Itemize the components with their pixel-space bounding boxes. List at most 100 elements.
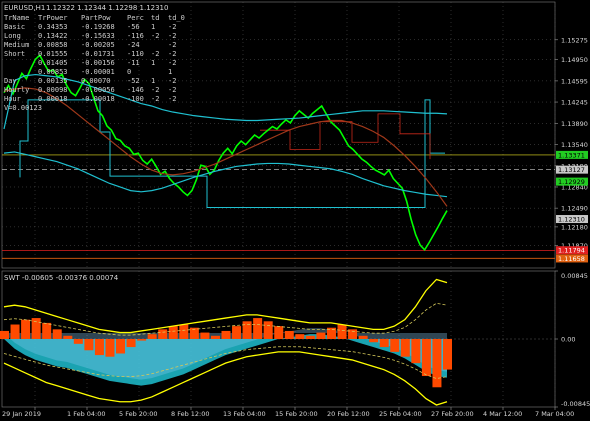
info-table-cell: Hourly (4, 86, 29, 94)
info-table-cell: -0.00156 (81, 59, 115, 67)
info-table-cell: 0 (127, 68, 131, 76)
info-table-cell: -0.00001 (81, 68, 115, 76)
info-table-cell: -2 (168, 77, 176, 85)
info-table-cell: 0.13422 (38, 32, 68, 40)
swt-bar (94, 339, 104, 356)
price-tick-label: 1.14245 (561, 99, 588, 107)
info-table-cell: -0.00018 (81, 95, 115, 103)
info-table-cell: Day (4, 77, 17, 85)
swt-tick-label: 0.00845 (561, 272, 588, 280)
ohlc-header: 1.12322 1.12344 1.12298 1.12310 (46, 4, 168, 12)
info-table-cell: -24 (127, 41, 140, 49)
swt-bar (179, 324, 189, 339)
swt-bar (126, 339, 136, 348)
swt-bar (105, 339, 115, 357)
swt-title: SWT -0.00605 -0.00376 0.00074 (4, 274, 119, 282)
swt-bar (274, 326, 284, 339)
info-table-cell: 1 (151, 59, 155, 67)
info-table-footer: V=0.00123 (4, 104, 42, 112)
info-table-cell: 0.00070 (81, 77, 111, 85)
time-tick-label: 7 Mar 04:00 (535, 410, 574, 418)
info-table-cell: 0.00135 (38, 77, 68, 85)
info-table-cell: 1 (151, 23, 155, 31)
time-tick-label: 20 Feb 12:00 (327, 410, 370, 418)
price-tag-label: 1.13371 (558, 151, 585, 159)
swt-bar (316, 332, 326, 339)
swt-bar (337, 324, 347, 339)
swt-tick-label: 0.00 (561, 336, 575, 344)
info-table-cell: -2 (151, 86, 159, 94)
price-tick-label: 1.15275 (561, 36, 588, 44)
swt-bar (232, 326, 242, 339)
info-table-cell: 1 (151, 77, 155, 85)
swt-bar (63, 335, 73, 339)
info-table-cell: 1 (168, 68, 172, 76)
swt-bar (10, 324, 20, 339)
info-table-cell: Medium (4, 41, 29, 49)
info-table-header: td_0 (168, 14, 185, 22)
info-table-cell: -2 (168, 32, 176, 40)
info-table-cell: -52 (127, 77, 140, 85)
price-tick-label: 1.14950 (561, 56, 588, 64)
info-table-header: TrPower (38, 14, 68, 22)
info-table-cell: 0.00853 (38, 68, 68, 76)
info-table-cell: -146 (127, 86, 144, 94)
price-tag-label: 1.13127 (558, 166, 585, 174)
chart-root: 1.15275 1.14950 1.14595 1.14245 1.13890 1.135… (0, 0, 590, 421)
time-tick-label: 29 Jan 2019 (2, 410, 41, 418)
info-table-header: TrName (4, 14, 29, 22)
swt-bar (411, 339, 421, 364)
swt-tick-label: -0.00845 (561, 400, 590, 408)
info-table-cell: -100 (127, 95, 144, 103)
time-tick-label: 5 Feb 20:00 (119, 410, 158, 418)
time-tick-label: 13 Feb 04:00 (223, 410, 266, 418)
info-table-cell: Short (4, 50, 25, 58)
time-tick-label: 4 Mar 12:00 (483, 410, 522, 418)
info-table-cell: 0.00018 (38, 95, 68, 103)
swt-bar (400, 339, 410, 357)
time-tick-label: 1 Feb 04:00 (67, 410, 106, 418)
info-table-cell: 0.00858 (38, 41, 68, 49)
info-table-header: Perc (127, 14, 144, 22)
info-table-cell: -2 (168, 86, 176, 94)
info-table-cell: -2 (168, 50, 176, 58)
swt-bar (242, 321, 252, 339)
swt-bar (52, 329, 62, 339)
info-table-cell: 0.34353 (38, 23, 68, 31)
info-table-cell: -0.00056 (81, 86, 115, 94)
swt-bar (390, 339, 400, 352)
info-table-cell: -2 (168, 59, 176, 67)
info-table-cell: -0.01731 (81, 50, 115, 58)
swt-bar (305, 335, 315, 339)
price-tag-label: 1.11658 (558, 255, 585, 263)
swt-bar (263, 321, 273, 339)
info-table-cell: 0.01555 (38, 50, 68, 58)
info-table-cell: 0.00098 (38, 86, 68, 94)
swt-bar (73, 339, 83, 344)
info-table-cell: -0.19268 (81, 23, 115, 31)
info-table-cell: Basic (4, 23, 25, 31)
info-table-header: td (151, 14, 159, 22)
time-tick-label: 25 Feb 04:00 (379, 410, 422, 418)
price-tick-label: 1.12490 (561, 205, 588, 213)
swt-bar (432, 339, 442, 388)
price-tag-label: 1.12929 (558, 178, 585, 186)
info-table-cell: -2 (168, 41, 176, 49)
swt-bar (0, 330, 9, 339)
swt-bar (200, 332, 210, 339)
swt-bar (379, 339, 389, 348)
swt-bar (421, 339, 431, 377)
info-table-cell: Hour (4, 95, 21, 103)
swt-bar (31, 318, 41, 339)
swt-bar (84, 339, 94, 351)
info-table-cell: -0.15633 (81, 32, 115, 40)
info-table-cell: -2 (151, 95, 159, 103)
swt-bar (221, 330, 231, 339)
info-table-cell: -2 (168, 95, 176, 103)
swt-bar (295, 334, 305, 339)
time-tick-label: 27 Feb 20:00 (431, 410, 474, 418)
swt-bar (284, 330, 294, 339)
info-table-cell: 0.01405 (38, 59, 68, 67)
time-tick-label: 8 Feb 12:00 (171, 410, 210, 418)
price-tick-label: 1.13890 (561, 120, 588, 128)
